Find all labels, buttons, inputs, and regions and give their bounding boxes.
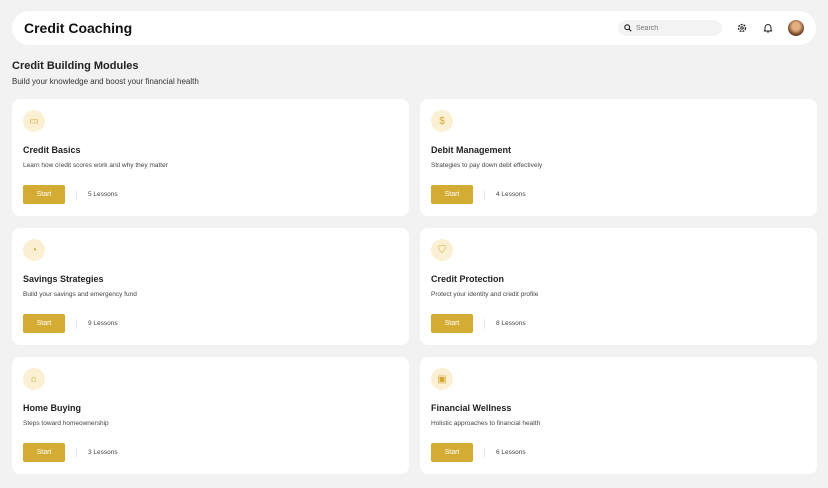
home-icon: ⌂ [23,368,45,390]
lesson-count: 3 Lessons [88,449,118,456]
module-description: Protect your identity and credit profile [431,291,539,298]
start-button[interactable]: Start [23,443,65,462]
module-title: Savings Strategies [23,274,104,284]
module-grid: ▭ Credit Basics Learn how credit scores … [12,99,817,474]
gear-icon[interactable] [736,22,748,34]
divider [484,190,485,200]
start-button[interactable]: Start [23,314,65,333]
shield-icon: ⛉ [431,239,453,261]
start-button[interactable]: Start [431,314,473,333]
wallet-icon: ▣ [431,368,453,390]
piggy-bank-icon: ◔ [23,239,45,261]
divider [76,319,77,329]
search-icon [624,24,632,32]
avatar[interactable] [788,20,804,36]
app-title: Credit Coaching [24,20,133,36]
search-box[interactable] [618,20,722,36]
start-button[interactable]: Start [431,443,473,462]
bell-icon[interactable] [762,22,774,34]
divider [76,190,77,200]
module-description: Learn how credit scores work and why the… [23,162,168,169]
divider [484,319,485,329]
module-card: ◔ Savings Strategies Build your savings … [12,228,409,345]
module-description: Build your savings and emergency fund [23,291,137,298]
module-description: Strategies to pay down debt effectively [431,162,543,169]
section-subtitle: Build your knowledge and boost your fina… [12,77,199,86]
module-title: Home Buying [23,403,82,413]
lesson-count: 9 Lessons [88,320,118,327]
start-button[interactable]: Start [23,185,65,204]
module-card: ⌂ Home Buying Steps toward homeownership… [12,357,409,474]
module-title: Debit Management [431,145,512,155]
start-button[interactable]: Start [431,185,473,204]
divider [76,448,77,458]
lesson-count: 5 Lessons [88,191,118,198]
section-title: Credit Building Modules [12,60,139,72]
search-input[interactable] [636,24,716,32]
top-bar: Credit Coaching [12,11,816,45]
module-card: ▣ Financial Wellness Holistic approaches… [420,357,817,474]
module-card: ⛉ Credit Protection Protect your identit… [420,228,817,345]
dollar-icon: $ [431,110,453,132]
credit-card-icon: ▭ [23,110,45,132]
lesson-count: 4 Lessons [496,191,526,198]
module-description: Holistic approaches to financial health [431,420,541,427]
module-card: $ Debit Management Strategies to pay dow… [420,99,817,216]
module-description: Steps toward homeownership [23,420,109,427]
module-title: Credit Basics [23,145,81,155]
lesson-count: 6 Lessons [496,449,526,456]
module-title: Financial Wellness [431,403,512,413]
module-card: ▭ Credit Basics Learn how credit scores … [12,99,409,216]
module-title: Credit Protection [431,274,505,284]
divider [484,448,485,458]
lesson-count: 8 Lessons [496,320,526,327]
